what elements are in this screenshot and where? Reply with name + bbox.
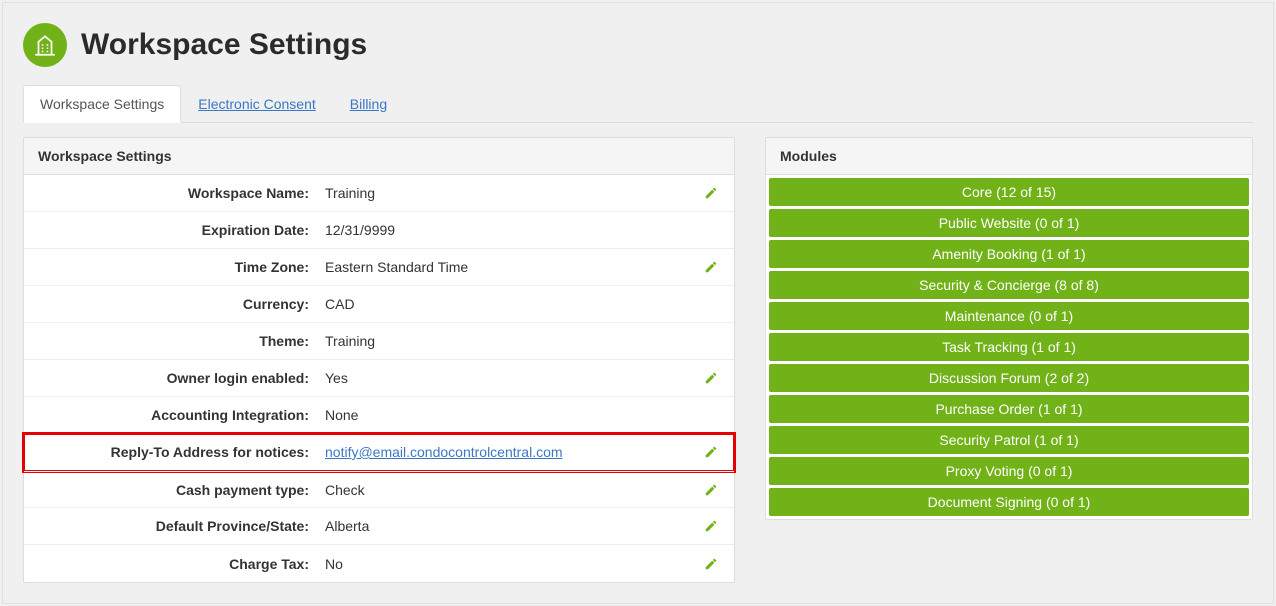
module-amenity-booking[interactable]: Amenity Booking (1 of 1) (769, 240, 1249, 268)
label-workspace-name: Workspace Name: (24, 185, 319, 201)
module-public-website[interactable]: Public Website (0 of 1) (769, 209, 1249, 237)
value-time-zone: Eastern Standard Time (319, 259, 700, 275)
tab-electronic-consent[interactable]: Electronic Consent (181, 85, 333, 123)
label-currency: Currency: (24, 296, 319, 312)
row-theme: Theme: Training (24, 323, 734, 360)
settings-list: Workspace Name: Training Expiration Date… (24, 175, 734, 582)
label-owner-login-enabled: Owner login enabled: (24, 370, 319, 386)
value-accounting-integration: None (319, 407, 700, 423)
edit-charge-tax-icon[interactable] (704, 557, 718, 571)
module-proxy-voting[interactable]: Proxy Voting (0 of 1) (769, 457, 1249, 485)
value-charge-tax: No (319, 556, 700, 572)
modules-list: Core (12 of 15) Public Website (0 of 1) … (766, 175, 1252, 519)
row-charge-tax: Charge Tax: No (24, 545, 734, 582)
row-workspace-name: Workspace Name: Training (24, 175, 734, 212)
row-accounting-integration: Accounting Integration: None (24, 397, 734, 434)
edit-default-province-icon[interactable] (704, 519, 718, 533)
value-cash-payment-type: Check (319, 482, 700, 498)
edit-time-zone-icon[interactable] (704, 260, 718, 274)
tab-billing[interactable]: Billing (333, 85, 404, 123)
label-reply-to-address: Reply-To Address for notices: (24, 444, 319, 460)
row-owner-login-enabled: Owner login enabled: Yes (24, 360, 734, 397)
edit-reply-to-icon[interactable] (704, 445, 718, 459)
edit-cash-payment-icon[interactable] (704, 483, 718, 497)
module-maintenance[interactable]: Maintenance (0 of 1) (769, 302, 1249, 330)
workspace-settings-panel: Workspace Settings Workspace Name: Train… (23, 137, 735, 583)
tab-workspace-settings[interactable]: Workspace Settings (23, 85, 181, 123)
label-charge-tax: Charge Tax: (24, 556, 319, 572)
row-time-zone: Time Zone: Eastern Standard Time (24, 249, 734, 286)
label-theme: Theme: (24, 333, 319, 349)
row-reply-to-address: Reply-To Address for notices: notify@ema… (24, 434, 734, 471)
page-title: Workspace Settings (81, 28, 367, 62)
value-owner-login-enabled: Yes (319, 370, 700, 386)
label-cash-payment-type: Cash payment type: (24, 482, 319, 498)
value-currency: CAD (319, 296, 700, 312)
label-default-province-state: Default Province/State: (24, 518, 319, 534)
edit-workspace-name-icon[interactable] (704, 186, 718, 200)
module-security-concierge[interactable]: Security & Concierge (8 of 8) (769, 271, 1249, 299)
module-document-signing[interactable]: Document Signing (0 of 1) (769, 488, 1249, 516)
module-security-patrol[interactable]: Security Patrol (1 of 1) (769, 426, 1249, 454)
value-expiration-date: 12/31/9999 (319, 222, 700, 238)
tabs-bar: Workspace Settings Electronic Consent Bi… (23, 85, 1253, 123)
module-core[interactable]: Core (12 of 15) (769, 178, 1249, 206)
label-time-zone: Time Zone: (24, 259, 319, 275)
page-header: Workspace Settings (23, 23, 1253, 67)
value-reply-to-address: notify@email.condocontrolcentral.com (319, 444, 700, 460)
label-accounting-integration: Accounting Integration: (24, 407, 319, 423)
row-currency: Currency: CAD (24, 286, 734, 323)
module-task-tracking[interactable]: Task Tracking (1 of 1) (769, 333, 1249, 361)
module-purchase-order[interactable]: Purchase Order (1 of 1) (769, 395, 1249, 423)
workspace-building-icon (23, 23, 67, 67)
value-default-province-state: Alberta (319, 518, 700, 534)
row-default-province-state: Default Province/State: Alberta (24, 508, 734, 545)
value-theme: Training (319, 333, 700, 349)
value-workspace-name: Training (319, 185, 700, 201)
modules-panel-title: Modules (766, 138, 1252, 175)
modules-panel: Modules Core (12 of 15) Public Website (… (765, 137, 1253, 520)
label-expiration-date: Expiration Date: (24, 222, 319, 238)
workspace-settings-panel-title: Workspace Settings (24, 138, 734, 175)
reply-to-email-link[interactable]: notify@email.condocontrolcentral.com (325, 444, 563, 460)
row-cash-payment-type: Cash payment type: Check (24, 471, 734, 508)
module-discussion-forum[interactable]: Discussion Forum (2 of 2) (769, 364, 1249, 392)
row-expiration-date: Expiration Date: 12/31/9999 (24, 212, 734, 249)
edit-owner-login-icon[interactable] (704, 371, 718, 385)
